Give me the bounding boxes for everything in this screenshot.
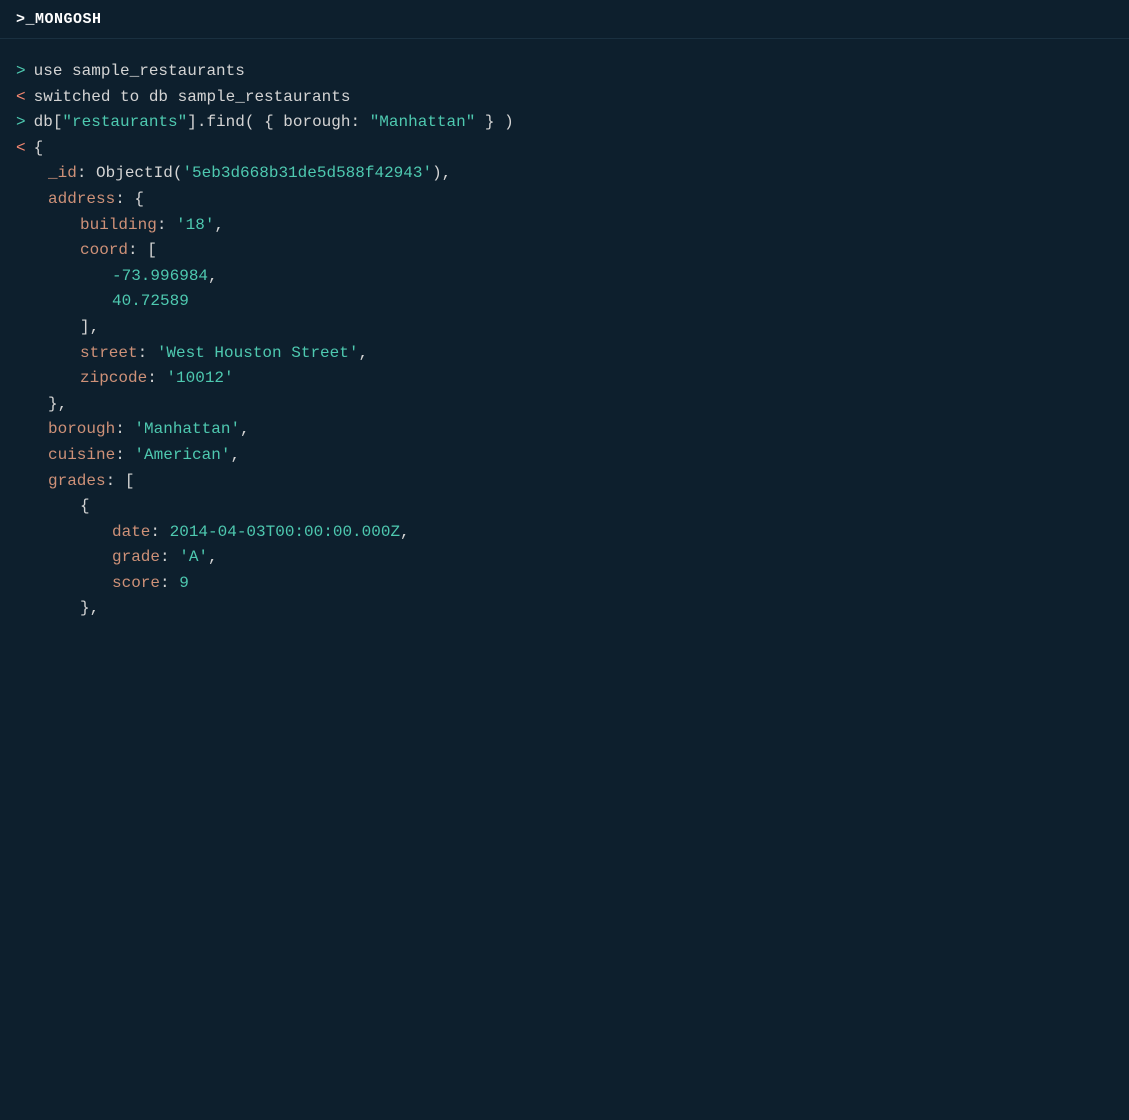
field-cuisine: cuisine : 'American' , xyxy=(16,443,1113,469)
grades-colon: : [ xyxy=(106,469,135,495)
field-building: building : '18' , xyxy=(16,213,1113,239)
title-bar: >_MONGOSH xyxy=(0,0,1129,39)
field-address-open: address : { xyxy=(16,187,1113,213)
coord-key: coord xyxy=(80,238,128,264)
date-colon: : xyxy=(150,520,169,546)
id-close: ), xyxy=(432,161,451,187)
grades-key: grades xyxy=(48,469,106,495)
score-val: 9 xyxy=(179,571,189,597)
street-val: 'West Houston Street' xyxy=(157,341,359,367)
grade-item-close: }, xyxy=(16,596,1113,622)
id-key: _id xyxy=(48,161,77,187)
coord-val1-comma: , xyxy=(208,264,218,290)
address-key: address xyxy=(48,187,115,213)
zipcode-key: zipcode xyxy=(80,366,147,392)
prompt-lt-2: < xyxy=(16,136,26,162)
id-val: '5eb3d668b31de5d588f42943' xyxy=(182,161,432,187)
open-brace: { xyxy=(34,136,44,162)
coord-bracket-close: ], xyxy=(80,315,99,341)
field-borough: borough : 'Manhattan' , xyxy=(16,417,1113,443)
street-colon: : xyxy=(138,341,157,367)
grade-item-open: { xyxy=(16,494,1113,520)
borough-colon: : xyxy=(115,417,134,443)
field-street: street : 'West Houston Street' , xyxy=(16,341,1113,367)
field-date: date : 2014-04-03T00:00:00.000Z , xyxy=(16,520,1113,546)
output-line-open-brace: < { xyxy=(16,136,1113,162)
field-zipcode: zipcode : '10012' xyxy=(16,366,1113,392)
command-line-use: > use sample_restaurants xyxy=(16,59,1113,85)
zipcode-colon: : xyxy=(147,366,166,392)
street-key: street xyxy=(80,341,138,367)
date-comma: , xyxy=(400,520,410,546)
borough-comma: , xyxy=(240,417,250,443)
grade-comma: , xyxy=(208,545,218,571)
objectid-fn: ObjectId( xyxy=(96,161,182,187)
cmd-use: use sample_restaurants xyxy=(34,59,245,85)
id-colon: : xyxy=(77,161,96,187)
address-brace-close: }, xyxy=(48,392,67,418)
coord-val2-text: 40.72589 xyxy=(112,289,189,315)
grade-close-brace: }, xyxy=(80,596,99,622)
field-grades-open: grades : [ xyxy=(16,469,1113,495)
date-val: 2014-04-03T00:00:00.000Z xyxy=(170,520,400,546)
street-comma: , xyxy=(358,341,368,367)
borough-val: 'Manhattan' xyxy=(134,417,240,443)
prompt-lt-1: < xyxy=(16,85,26,111)
cuisine-val: 'American' xyxy=(134,443,230,469)
cuisine-key: cuisine xyxy=(48,443,115,469)
field-id: _id : ObjectId('5eb3d668b31de5d588f42943… xyxy=(16,161,1113,187)
date-key: date xyxy=(112,520,150,546)
coord-close: ], xyxy=(16,315,1113,341)
grade-val: 'A' xyxy=(179,545,208,571)
zipcode-val: '10012' xyxy=(166,366,233,392)
building-key: building xyxy=(80,213,157,239)
cmd-find: db["restaurants"].find( { borough: "Manh… xyxy=(34,110,514,136)
grade-open-brace: { xyxy=(80,494,90,520)
field-score: score : 9 xyxy=(16,571,1113,597)
coord-val1-text: -73.996984 xyxy=(112,264,208,290)
prompt-gt-1: > xyxy=(16,59,26,85)
command-line-find: > db["restaurants"].find( { borough: "Ma… xyxy=(16,110,1113,136)
switched-msg: switched to db sample_restaurants xyxy=(34,85,351,111)
cuisine-comma: , xyxy=(230,443,240,469)
terminal: > use sample_restaurants < switched to d… xyxy=(0,39,1129,642)
grade-colon: : xyxy=(160,545,179,571)
coord-val1: -73.996984 , xyxy=(16,264,1113,290)
field-grade: grade : 'A' , xyxy=(16,545,1113,571)
coord-colon: : [ xyxy=(128,238,157,264)
score-colon: : xyxy=(160,571,179,597)
borough-key: borough xyxy=(48,417,115,443)
title-bar-text: >_MONGOSH xyxy=(16,11,102,28)
score-key: score xyxy=(112,571,160,597)
address-colon: : { xyxy=(115,187,144,213)
grade-key: grade xyxy=(112,545,160,571)
prompt-gt-2: > xyxy=(16,110,26,136)
field-coord-open: coord : [ xyxy=(16,238,1113,264)
building-val: '18' xyxy=(176,213,214,239)
cuisine-colon: : xyxy=(115,443,134,469)
coord-val2: 40.72589 xyxy=(16,289,1113,315)
building-comma: , xyxy=(214,213,224,239)
building-colon: : xyxy=(157,213,176,239)
address-close: }, xyxy=(16,392,1113,418)
output-line-switched: < switched to db sample_restaurants xyxy=(16,85,1113,111)
